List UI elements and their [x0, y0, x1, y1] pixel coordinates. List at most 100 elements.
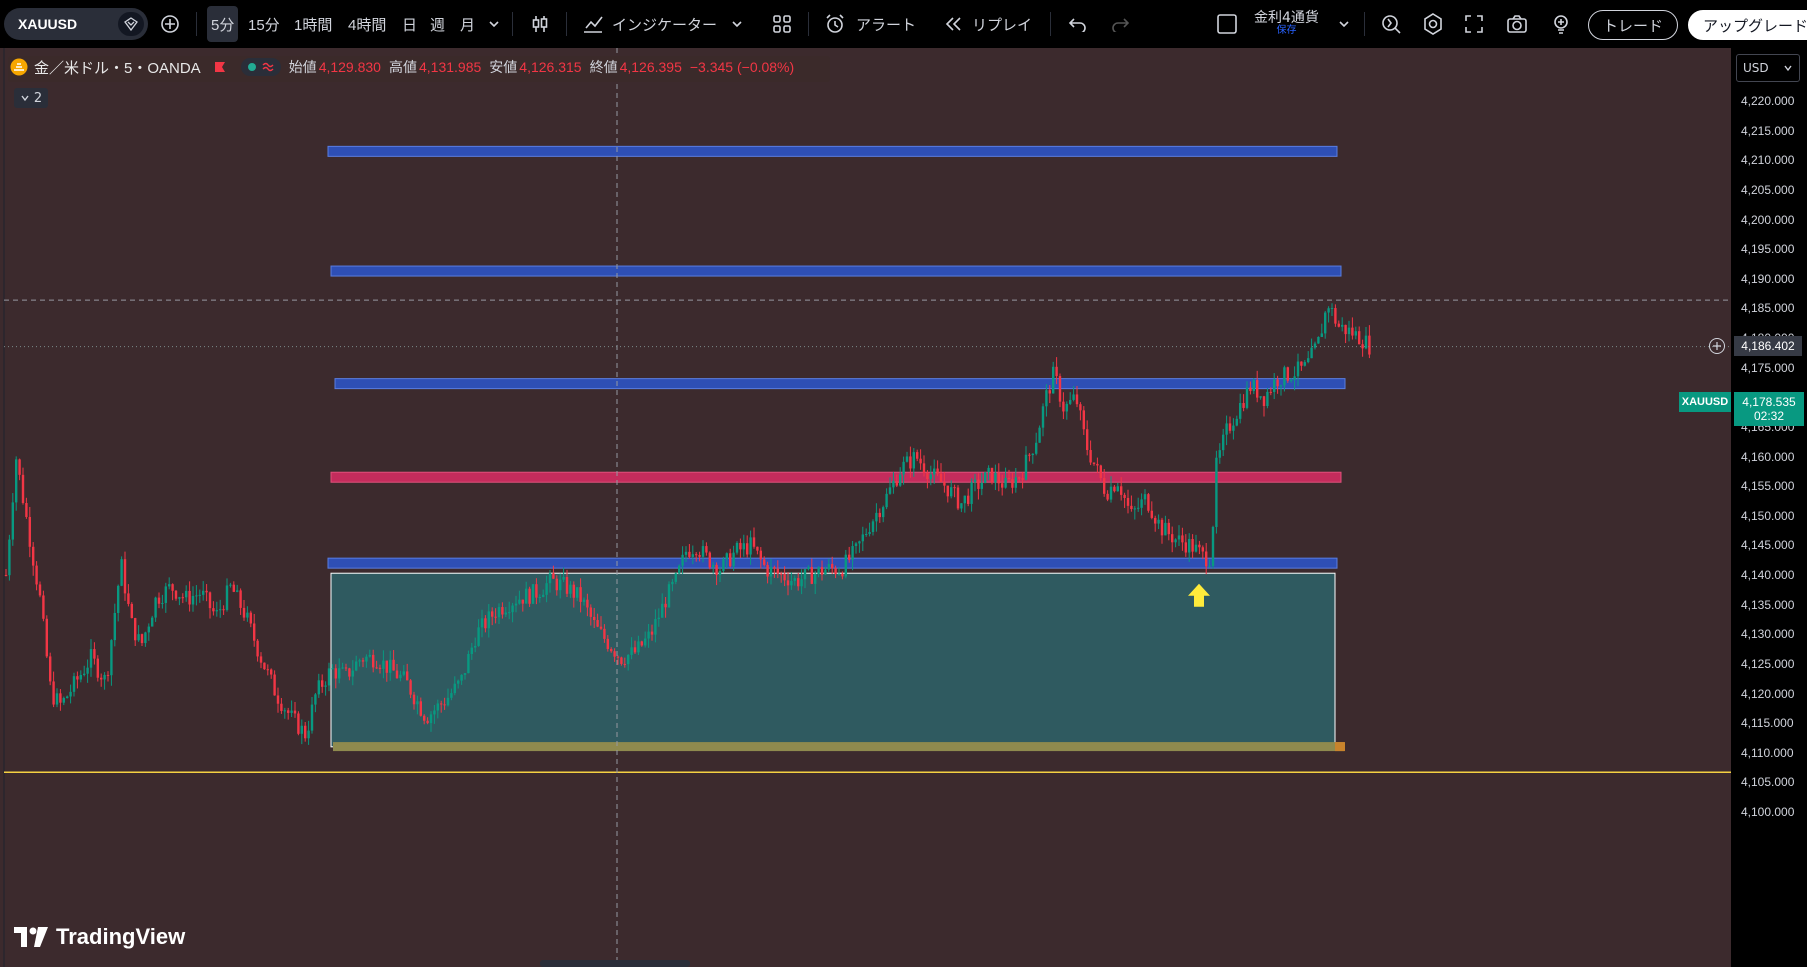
candle	[1075, 394, 1079, 405]
candle	[205, 590, 208, 593]
candle	[49, 656, 52, 682]
timeframe-15m[interactable]: 15分	[248, 0, 280, 48]
chart-pane[interactable]	[0, 48, 1807, 967]
indicators-collapse-button[interactable]: 2	[14, 88, 48, 108]
candle	[480, 618, 484, 628]
candle	[528, 588, 531, 604]
fullscreen-icon[interactable]	[1464, 0, 1484, 48]
timeframe-dropdown-icon[interactable]	[488, 0, 500, 48]
time-scrollbar[interactable]	[540, 960, 690, 967]
candle	[868, 532, 871, 534]
price-tick: 4,205.000	[1741, 182, 1795, 197]
candle	[225, 585, 229, 610]
candle	[1181, 535, 1184, 543]
candle	[130, 603, 133, 619]
candle	[1031, 453, 1034, 456]
candle	[691, 554, 694, 557]
rewind-icon	[945, 17, 961, 31]
undo-icon[interactable]	[1068, 0, 1088, 48]
candle	[1096, 463, 1099, 466]
candle	[419, 701, 422, 716]
candle	[797, 578, 800, 587]
timeframe-day[interactable]: 日	[402, 0, 417, 48]
timeframe-4h[interactable]: 4時間	[348, 0, 386, 48]
candle	[1266, 391, 1269, 407]
price-axis[interactable]: 4,220.000 4,215.000 4,210.000 4,205.000 4,20…	[1731, 48, 1807, 967]
candle	[997, 472, 1000, 484]
replay-button[interactable]: リプレイ	[944, 0, 1032, 48]
candle	[402, 671, 405, 675]
candle	[324, 685, 327, 687]
candle	[783, 573, 786, 581]
candle	[1065, 403, 1068, 412]
candle	[1126, 497, 1130, 506]
candle	[4, 575, 8, 576]
compare-add-icon[interactable]	[160, 0, 180, 48]
symbol-search[interactable]: XAUUSD	[4, 8, 148, 40]
candle	[661, 603, 664, 618]
market-flag-icon	[214, 62, 225, 72]
candle	[1368, 335, 1371, 355]
symbol-badge-icon[interactable]	[118, 12, 144, 36]
quick-search-icon[interactable]	[1380, 0, 1402, 48]
price-chart[interactable]	[0, 48, 1731, 967]
alert-button[interactable]: アラート	[824, 0, 916, 48]
ohlc-legend: 金／米ドル・5・OANDA 始値 4,129.830 高値 4,131.985 安値…	[10, 54, 794, 80]
candle	[909, 456, 912, 469]
candle	[1184, 542, 1187, 553]
layout-checkbox-icon[interactable]	[1216, 0, 1238, 48]
price-tick: 4,125.000	[1741, 656, 1795, 671]
candle	[939, 473, 943, 482]
candle	[106, 674, 110, 676]
candle	[610, 648, 613, 652]
candle	[151, 617, 154, 627]
candle	[916, 452, 919, 459]
candle	[1072, 394, 1075, 400]
chart-type-candles-icon[interactable]	[530, 0, 550, 48]
candle	[514, 603, 518, 606]
redo-icon[interactable]	[1110, 0, 1130, 48]
candle	[365, 656, 368, 662]
candle	[1171, 534, 1174, 543]
layouts-grid-icon[interactable]	[772, 0, 792, 48]
tradingview-logo[interactable]: TradingView	[14, 924, 185, 950]
publish-idea-icon[interactable]	[1550, 0, 1572, 48]
candle	[436, 703, 439, 711]
crosshair-add-icon[interactable]	[1709, 338, 1725, 354]
layout-name[interactable]: 金利4通貨 保存	[1254, 0, 1319, 48]
level-band-0	[327, 145, 1338, 157]
candle	[310, 704, 314, 731]
layout-dropdown-icon[interactable]	[1338, 0, 1350, 48]
layout-save-status: 保存	[1276, 25, 1297, 36]
camera-snapshot-icon[interactable]	[1506, 0, 1528, 48]
candle	[905, 456, 909, 462]
timeframe-5m[interactable]: 5分	[207, 6, 239, 42]
candle	[1262, 396, 1266, 407]
candle	[1154, 517, 1157, 524]
trade-button[interactable]: トレード	[1588, 10, 1679, 40]
settings-gear-icon[interactable]	[1422, 0, 1444, 48]
timeframe-week[interactable]: 週	[430, 0, 445, 48]
candle	[763, 559, 766, 565]
candle	[1242, 403, 1245, 408]
candle	[620, 657, 623, 664]
candle	[341, 667, 344, 669]
currency-select[interactable]: USD	[1736, 54, 1800, 82]
timeframe-month[interactable]: 月	[460, 0, 475, 48]
candle	[790, 580, 793, 586]
candle	[695, 554, 698, 556]
upgrade-button[interactable]: アップグレード	[1688, 10, 1807, 40]
divider	[566, 12, 567, 36]
candle	[1334, 308, 1337, 324]
candle	[450, 693, 453, 698]
candle	[538, 596, 541, 598]
timeframe-1h[interactable]: 1時間	[294, 0, 332, 48]
candle	[715, 564, 718, 576]
indicators-button[interactable]: インジケーター	[582, 0, 743, 48]
candle	[1001, 483, 1004, 488]
candle	[1317, 336, 1320, 344]
candle	[980, 482, 983, 489]
candle	[406, 671, 409, 681]
candle	[912, 452, 915, 469]
market-status[interactable]	[240, 58, 281, 76]
